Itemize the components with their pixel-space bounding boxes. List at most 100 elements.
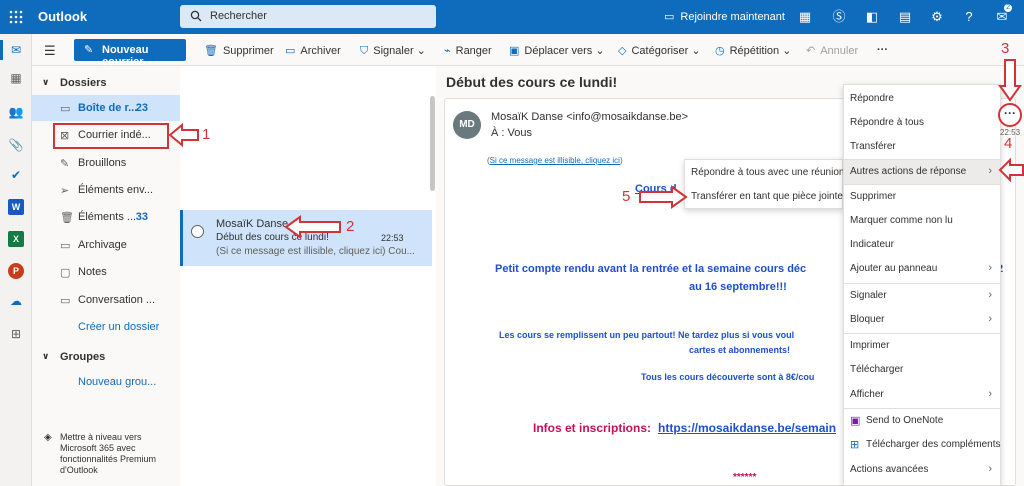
menu-get-addins[interactable]: ⊞ Télécharger des compléments xyxy=(844,433,1001,457)
menu-reply-all[interactable]: Répondre à tous xyxy=(844,111,1000,135)
body-line1a: Petit compte rendu avant la rentrée et l… xyxy=(495,263,807,275)
settings-gear-icon[interactable]: ⚙ xyxy=(929,9,945,25)
menu-print[interactable]: Imprimer xyxy=(844,334,1000,358)
pencil-icon: ✎ xyxy=(60,158,70,170)
excel-icon[interactable]: X xyxy=(8,231,24,247)
hamburger-menu-icon[interactable]: ☰ xyxy=(44,43,56,59)
menu-forward[interactable]: Transférer xyxy=(844,135,1000,159)
annotation-arrow-2 xyxy=(284,215,341,239)
app-launcher-icon[interactable] xyxy=(8,9,24,25)
archive-icon: ▭ xyxy=(60,240,71,252)
help-icon[interactable]: ? xyxy=(961,9,977,25)
powerpoint-icon[interactable]: P xyxy=(8,263,24,279)
forward-as-attachment-item[interactable]: Transférer en tant que pièce jointe xyxy=(685,185,843,209)
annotation-number-5: 5 xyxy=(622,188,631,205)
menu-reply[interactable]: Répondre xyxy=(844,87,1000,111)
select-radio[interactable] xyxy=(191,225,204,238)
onenote-icon: ▣ xyxy=(850,415,861,427)
send-icon: ➢ xyxy=(60,185,70,197)
archive-button[interactable]: ▭ Archiver xyxy=(285,44,341,57)
sweep-button[interactable]: ⌁ Ranger xyxy=(444,44,492,57)
inbox-count: 23 xyxy=(135,102,148,114)
undo-button[interactable]: ↶ Annuler xyxy=(806,44,858,57)
menu-add-to-panel[interactable]: Ajouter au panneau › xyxy=(844,257,1000,281)
chevron-right-icon: › xyxy=(988,262,992,274)
menu-mark-unread[interactable]: Marquer comme non lu xyxy=(844,209,1000,233)
skype-icon[interactable]: Ⓢ xyxy=(831,9,847,25)
folders-header[interactable]: ∨ Dossiers xyxy=(32,72,180,94)
message-time: 22:53 xyxy=(381,233,404,243)
my-day-icon[interactable]: ▤ xyxy=(897,9,913,25)
folder-inbox[interactable]: ▭ Boîte de r... 23 xyxy=(32,95,180,121)
menu-delete[interactable]: Supprimer xyxy=(844,185,1000,209)
annotation-arrow-1 xyxy=(168,123,199,147)
calendar-icon[interactable]: ▦ xyxy=(8,70,24,86)
delete-button[interactable]: 🗑 Supprimer xyxy=(204,44,274,57)
message-list: MosaïK Danse Début des cours ce lundi! 2… xyxy=(180,66,436,486)
message-list-scrollbar[interactable] xyxy=(430,96,435,191)
chevron-right-icon: › xyxy=(988,313,992,325)
annotation-number-4: 4 xyxy=(1004,135,1013,152)
more-actions-button[interactable]: ··· xyxy=(998,103,1022,127)
new-mail-button[interactable]: ✎ Nouveau courrier xyxy=(74,39,186,68)
new-group-link[interactable]: Nouveau grou... xyxy=(78,376,156,388)
menu-view[interactable]: Afficher › xyxy=(844,383,1000,407)
body-line1b: au 16 septembre!!! xyxy=(689,281,787,293)
message-from[interactable]: MosaïK Danse <info@mosaikdanse.be> xyxy=(491,111,688,123)
repeat-button[interactable]: ◷ Répétition ⌄ xyxy=(715,44,791,57)
chevron-down-icon: ∨ xyxy=(42,77,50,87)
avatar[interactable]: MD xyxy=(453,111,481,139)
menu-report[interactable]: Signaler › xyxy=(844,284,1000,308)
deleted-count: 33 xyxy=(135,211,148,223)
folder-conversation[interactable]: ▭ Conversation ... xyxy=(32,287,180,313)
folder-archive[interactable]: ▭ Archivage xyxy=(32,232,180,258)
trash-icon: 🗑 xyxy=(60,212,74,224)
word-icon[interactable]: W xyxy=(8,199,24,215)
more-commands-button[interactable]: ··· xyxy=(877,44,888,56)
folder-drafts[interactable]: ✎ Brouillons xyxy=(32,150,180,176)
app-name[interactable]: Outlook xyxy=(38,9,87,24)
chevron-right-icon: › xyxy=(988,165,992,177)
menu-advanced-actions[interactable]: Actions avancées › xyxy=(844,458,1000,482)
todo-icon[interactable]: ✔ xyxy=(8,167,24,183)
message-to: À : Vous xyxy=(491,127,532,139)
menu-other-reply-actions[interactable]: Autres actions de réponse › xyxy=(844,160,1000,184)
chevron-right-icon: › xyxy=(988,388,992,400)
people-icon[interactable]: 👥 xyxy=(8,104,24,120)
menu-block[interactable]: Bloquer › xyxy=(844,308,1000,332)
folder-sent[interactable]: ➢ Éléments env... xyxy=(32,177,180,203)
tag-icon: ◇ xyxy=(618,45,627,57)
reply-submenu: Répondre à tous avec une réunion Transfé… xyxy=(684,159,844,209)
join-now-button[interactable]: ▭ Rejoindre maintenant xyxy=(664,10,785,23)
onedrive-icon[interactable]: ☁ xyxy=(8,293,24,309)
mail-icon[interactable]: ✉ xyxy=(8,42,24,58)
annotation-arrow-5 xyxy=(639,185,688,209)
office-icon[interactable]: ◧ xyxy=(864,9,880,25)
notifications-icon[interactable]: ✉ 2 xyxy=(994,4,1012,25)
chevron-right-icon: › xyxy=(988,463,992,475)
categorize-button[interactable]: ◇ Catégoriser ⌄ xyxy=(618,44,701,57)
folder-deleted[interactable]: 🗑 Éléments ... 33 xyxy=(32,204,180,230)
body-line4-label: Infos et inscriptions: xyxy=(533,421,652,435)
menu-send-to-onenote[interactable]: ▣ Send to OneNote xyxy=(844,409,1000,433)
move-to-button[interactable]: ▣ Déplacer vers ⌄ xyxy=(509,44,605,57)
menu-download[interactable]: Télécharger xyxy=(844,358,1000,382)
create-folder-link[interactable]: Créer un dossier xyxy=(78,321,159,333)
trash-icon: 🗑 xyxy=(204,45,218,57)
search-input[interactable]: Rechercher xyxy=(180,5,436,28)
body-line4-link[interactable]: https://mosaikdanse.be/semain xyxy=(658,421,836,435)
annotation-arrow-3 xyxy=(998,59,1022,102)
illisible-link[interactable]: Si ce message est illisible, cliquez ici xyxy=(490,156,620,165)
grid-apps-icon[interactable]: ▦ xyxy=(797,9,813,25)
body-line2a: Les cours se remplissent un peu partout!… xyxy=(499,330,795,340)
undo-icon: ↶ xyxy=(806,45,816,57)
folder-notes[interactable]: ▢ Notes xyxy=(32,259,180,285)
broom-icon: ⌁ xyxy=(444,45,451,57)
report-button[interactable]: ⛉ Signaler ⌄ xyxy=(360,44,426,58)
attachment-icon[interactable]: 📎 xyxy=(8,137,24,153)
menu-flag[interactable]: Indicateur xyxy=(844,233,1000,257)
reply-all-with-meeting-item[interactable]: Répondre à tous avec une réunion xyxy=(685,161,844,185)
more-apps-icon[interactable]: ⊞ xyxy=(8,326,24,342)
groups-header[interactable]: ∨ Groupes xyxy=(32,346,180,368)
video-icon: ▭ xyxy=(664,11,675,23)
